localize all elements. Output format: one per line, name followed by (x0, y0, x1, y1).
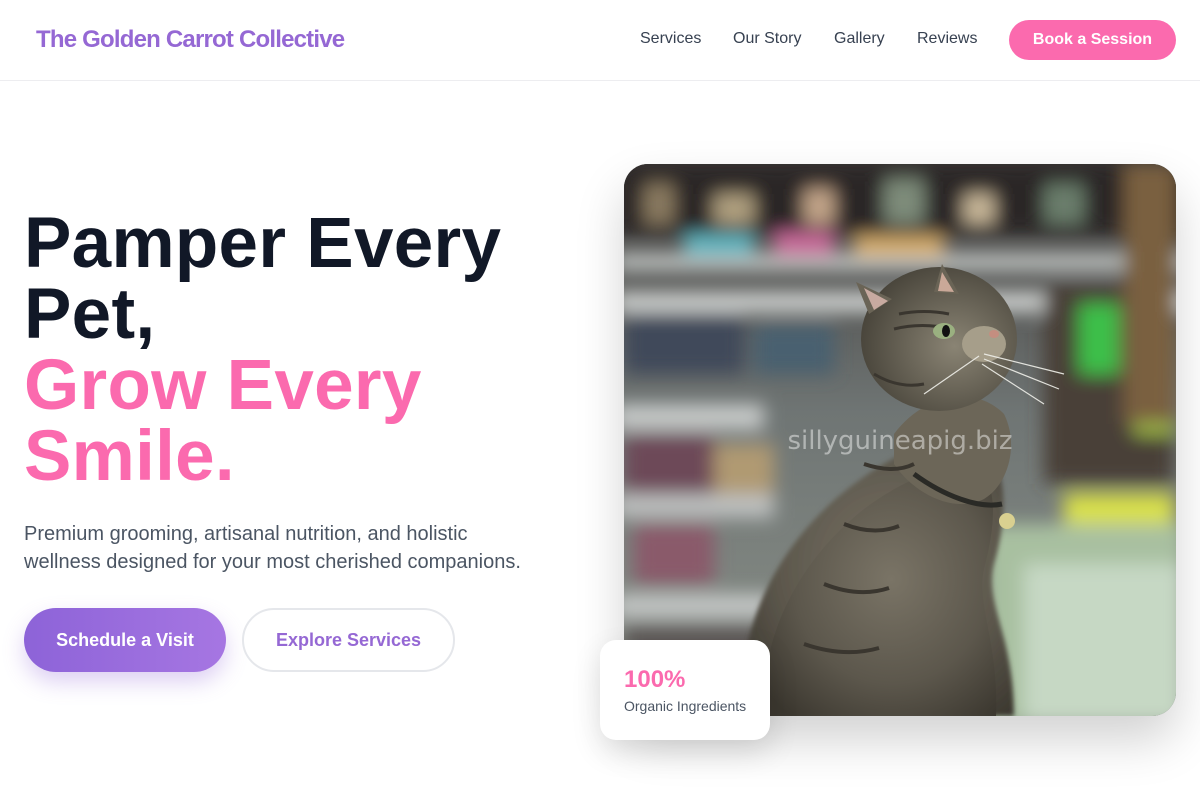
nav-link-services[interactable]: Services (640, 30, 701, 48)
hero-title-line-2: Pet, (24, 275, 156, 354)
schedule-visit-button[interactable]: Schedule a Visit (24, 608, 226, 672)
image-watermark: sillyguineapig.biz (787, 426, 1013, 456)
hero-subtitle: Premium grooming, artisanal nutrition, a… (24, 523, 521, 573)
brand-logo[interactable]: The Golden Carrot Collective (36, 26, 345, 54)
explore-services-button[interactable]: Explore Services (242, 608, 455, 672)
book-session-button[interactable]: Book a Session (1009, 20, 1176, 60)
hero-title: Pamper Every Pet, Grow Every Smile. (24, 208, 584, 492)
hero-title-accent-line-1: Grow Every (24, 346, 422, 425)
nav-link-gallery[interactable]: Gallery (834, 30, 885, 48)
hero-cat-photo: sillyguineapig.biz (624, 164, 1176, 716)
hero-title-accent-line-2: Smile. (24, 417, 235, 496)
nav-link-reviews[interactable]: Reviews (917, 30, 977, 48)
nav-link-our-story[interactable]: Our Story (733, 30, 801, 48)
stat-label: Organic Ingredients (624, 698, 747, 714)
hero-title-line-1: Pamper Every (24, 204, 502, 283)
organic-stat-card: 100% Organic Ingredients (600, 640, 770, 740)
stat-value: 100% (624, 666, 686, 693)
site-header: The Golden Carrot Collective Services Ou… (0, 0, 1200, 81)
